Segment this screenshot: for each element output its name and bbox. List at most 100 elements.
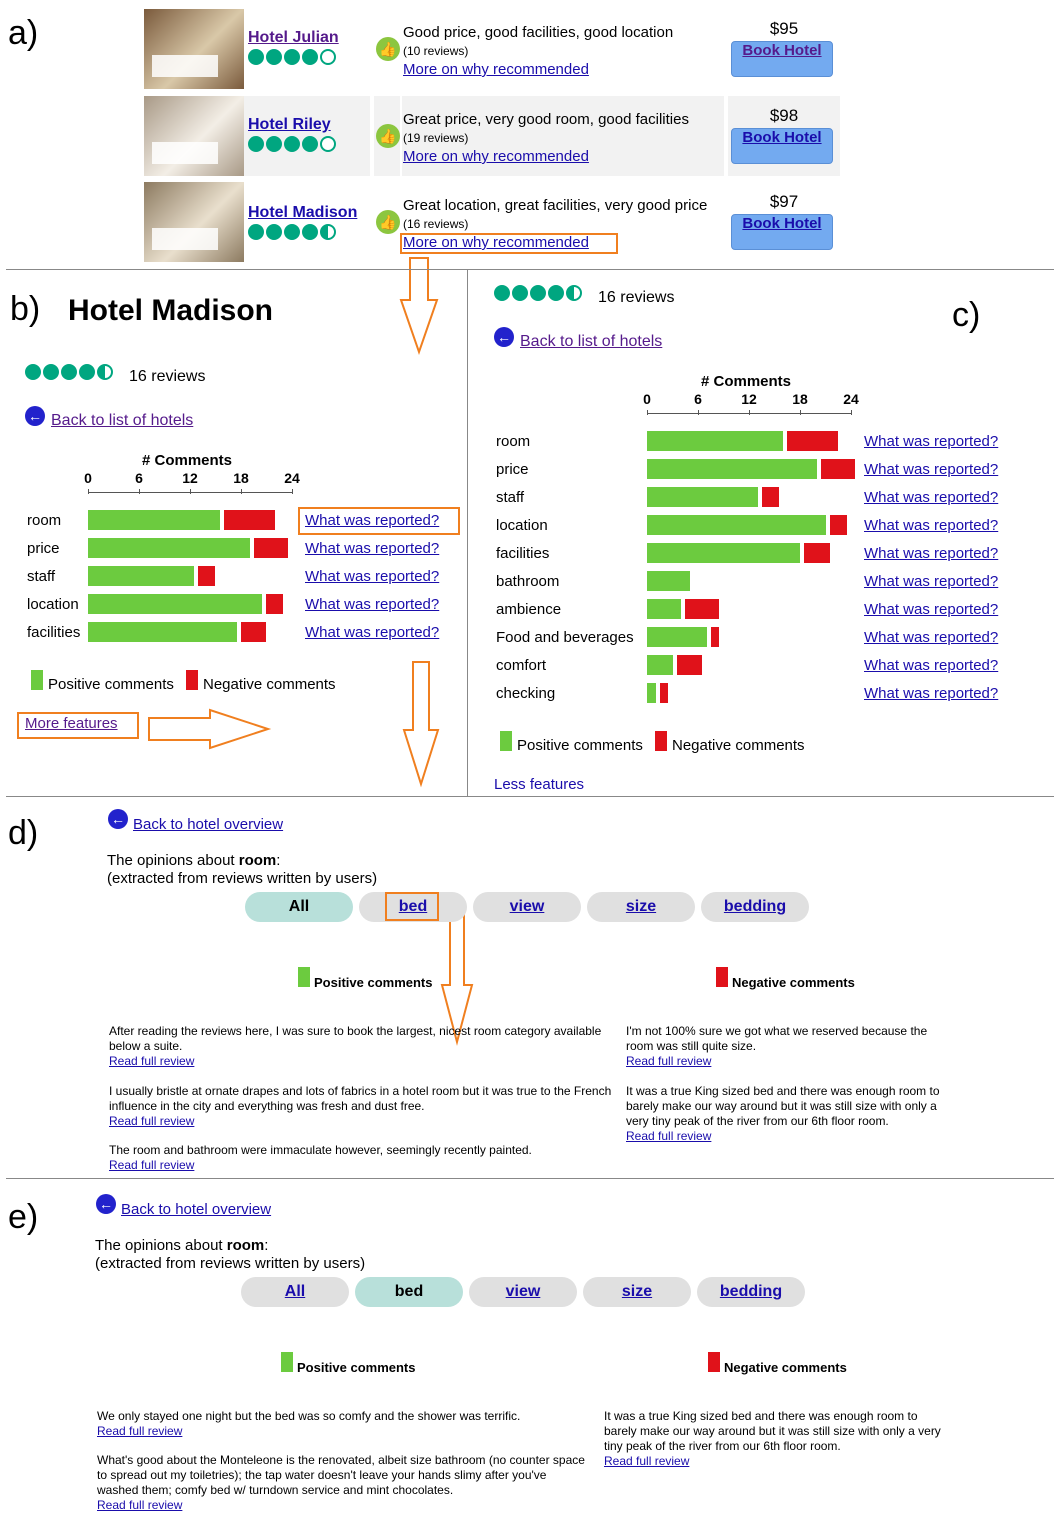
read-full-review-link[interactable]: Read full review — [97, 1498, 587, 1513]
positive-bar — [647, 431, 783, 451]
read-full-review-link[interactable]: Read full review — [109, 1114, 614, 1129]
tab-all[interactable]: All — [245, 892, 353, 922]
hotel-name-link[interactable]: Hotel Julian — [248, 29, 339, 47]
what-reported-link[interactable]: What was reported? — [864, 545, 998, 562]
tab-size[interactable]: size — [583, 1277, 691, 1307]
opinion-text: It was a true King sized bed and there w… — [626, 1084, 940, 1128]
back-arrow-icon[interactable]: ← — [108, 809, 128, 829]
divider-d — [6, 1178, 1054, 1179]
what-reported-link[interactable]: What was reported? — [305, 568, 439, 585]
back-arrow-icon[interactable]: ← — [96, 1194, 116, 1214]
chart-title: # Comments — [142, 452, 233, 469]
negative-bar — [804, 543, 830, 563]
why-recommended-link[interactable]: More on why recommended — [403, 148, 589, 165]
rating-circle — [266, 136, 282, 152]
divider-a — [6, 269, 1054, 270]
panel-label-a: a) — [8, 14, 39, 52]
read-full-review-link[interactable]: Read full review — [626, 1129, 946, 1144]
back-to-list-link[interactable]: Back to list of hotels — [51, 412, 193, 430]
back-to-overview-link[interactable]: Back to hotel overview — [121, 1201, 271, 1218]
review-count: (16 reviews) — [403, 217, 469, 231]
tab-bed[interactable]: bed — [355, 1277, 463, 1307]
what-reported-link[interactable]: What was reported? — [305, 540, 439, 557]
read-full-review-link[interactable]: Read full review — [97, 1424, 587, 1439]
rating-circle — [302, 136, 318, 152]
tab-bedding[interactable]: bedding — [697, 1277, 805, 1307]
why-recommended-link[interactable]: More on why recommended — [403, 61, 589, 78]
category-label: price — [496, 461, 529, 478]
hotel-rating — [25, 364, 113, 380]
what-reported-link[interactable]: What was reported? — [864, 433, 998, 450]
positive-bar — [647, 627, 707, 647]
less-features-link[interactable]: Less features — [494, 776, 584, 793]
negative-bar — [240, 622, 267, 642]
rating-circle — [302, 224, 318, 240]
back-arrow-icon[interactable]: ← — [25, 406, 45, 426]
more-features-link[interactable]: More features — [25, 715, 118, 732]
tab-view[interactable]: view — [469, 1277, 577, 1307]
read-full-review-link[interactable]: Read full review — [109, 1054, 614, 1069]
positive-opinion: After reading the reviews here, I was su… — [109, 1024, 614, 1069]
rating-circle — [566, 285, 582, 301]
axis-line — [647, 413, 851, 414]
legend-negative-label: Negative comments — [672, 737, 805, 754]
negative-opinion: I'm not 100% sure we got what we reserve… — [626, 1024, 946, 1069]
back-to-list-link[interactable]: Back to list of hotels — [520, 333, 662, 351]
negative-bar — [198, 566, 216, 586]
positive-bar — [647, 599, 681, 619]
tab-view[interactable]: view — [473, 892, 581, 922]
hotel-name-link[interactable]: Hotel Madison — [248, 204, 357, 222]
what-reported-link[interactable]: What was reported? — [864, 489, 998, 506]
category-label: facilities — [496, 545, 550, 562]
arrow-down-d-e — [440, 912, 474, 1046]
what-reported-link[interactable]: What was reported? — [864, 685, 998, 702]
category-label: comfort — [496, 657, 547, 674]
what-reported-link[interactable]: What was reported? — [864, 601, 998, 618]
opinion-text: I usually bristle at ornate drapes and l… — [109, 1084, 612, 1113]
opinions-intro: The opinions about room: — [95, 1237, 268, 1254]
category-label: room — [496, 433, 531, 450]
panel-label-d: d) — [8, 814, 39, 852]
rating-circle — [512, 285, 528, 301]
review-count-expanded: 16 reviews — [598, 289, 675, 306]
intro-topic: room — [238, 852, 277, 869]
hotel-rating — [248, 224, 336, 240]
opinion-text: I'm not 100% sure we got what we reserve… — [626, 1024, 928, 1053]
legend-positive-swatch — [31, 670, 43, 690]
negative-bar — [829, 515, 847, 535]
legend-negative-swatch — [655, 731, 667, 751]
negative-bar — [787, 431, 838, 451]
book-hotel-button[interactable]: Book Hotel — [731, 214, 833, 250]
bed-shape — [152, 55, 218, 77]
book-hotel-button[interactable]: Book Hotel — [731, 41, 833, 77]
axis-tick — [292, 489, 293, 494]
hotel-price: $98 — [769, 106, 799, 125]
what-reported-link[interactable]: What was reported? — [864, 461, 998, 478]
what-reported-link[interactable]: What was reported? — [864, 629, 998, 646]
read-full-review-link[interactable]: Read full review — [109, 1158, 614, 1173]
read-full-review-link[interactable]: Read full review — [626, 1054, 946, 1069]
opinions-subtitle: (extracted from reviews written by users… — [107, 870, 378, 887]
rating-circle — [248, 224, 264, 240]
back-arrow-icon[interactable]: ← — [494, 327, 514, 347]
what-reported-link[interactable]: What was reported? — [864, 657, 998, 674]
category-label: Food and beverages — [496, 629, 634, 646]
legend-positive-label: Positive comments — [517, 737, 643, 754]
panel-label-b: b) — [10, 290, 41, 328]
tab-size[interactable]: size — [587, 892, 695, 922]
rating-circle — [25, 364, 41, 380]
rating-circle — [248, 136, 264, 152]
back-to-overview-link[interactable]: Back to hotel overview — [133, 816, 283, 833]
tab-all[interactable]: All — [241, 1277, 349, 1307]
what-reported-link[interactable]: What was reported? — [305, 596, 439, 613]
what-reported-link[interactable]: What was reported? — [305, 624, 439, 641]
hotel-name-link[interactable]: Hotel Riley — [248, 116, 331, 134]
intro-prefix: The opinions about — [95, 1237, 227, 1254]
what-reported-link[interactable]: What was reported? — [864, 517, 998, 534]
tab-bedding[interactable]: bedding — [701, 892, 809, 922]
chart-title: # Comments — [701, 373, 792, 390]
what-reported-link[interactable]: What was reported? — [864, 573, 998, 590]
positive-bar — [647, 655, 673, 675]
book-hotel-button[interactable]: Book Hotel — [731, 128, 833, 164]
read-full-review-link[interactable]: Read full review — [604, 1454, 949, 1469]
